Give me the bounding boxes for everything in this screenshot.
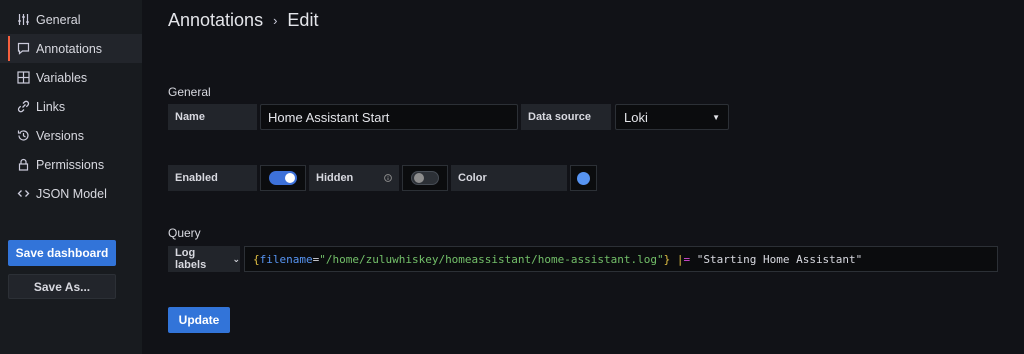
sidebar-item-general[interactable]: General <box>0 5 142 34</box>
toggle-knob <box>285 173 295 183</box>
update-button[interactable]: Update <box>168 307 230 333</box>
hidden-toggle[interactable] <box>411 171 439 185</box>
data-source-select[interactable]: Loki ▼ <box>615 104 729 130</box>
log-labels-dropdown[interactable]: Log labels ⌄ <box>168 246 240 272</box>
query-token-filter-string: "Starting Home Assistant" <box>690 252 863 266</box>
sidebar-item-json-model[interactable]: JSON Model <box>0 179 142 208</box>
sidebar-item-label: Annotations <box>36 41 103 56</box>
data-source-value: Loki <box>624 109 648 125</box>
name-input[interactable] <box>260 104 518 130</box>
query-token-label-key: filename <box>259 252 313 266</box>
query-editor[interactable]: {filename = "/home/zuluwhiskey/homeassista… <box>244 246 998 272</box>
enabled-toggle[interactable] <box>269 171 297 185</box>
caret-down-icon: ▼ <box>712 112 720 122</box>
info-circle-icon[interactable] <box>384 174 392 182</box>
sidebar-item-label: Links <box>36 99 66 114</box>
hidden-label-text: Hidden <box>316 172 354 184</box>
save-dashboard-button[interactable]: Save dashboard <box>8 240 116 266</box>
sidebar-item-annotations[interactable]: Annotations <box>0 34 142 63</box>
sidebar-item-label: JSON Model <box>36 186 107 201</box>
query-token-operator: = <box>312 252 320 266</box>
color-swatch[interactable] <box>577 171 590 185</box>
toggle-knob <box>414 173 424 183</box>
color-picker-container <box>570 165 597 191</box>
query-token-pipe-operator: = <box>683 252 691 266</box>
query-token-space <box>670 253 677 266</box>
sidebar-item-versions[interactable]: Versions <box>0 121 142 150</box>
sidebar-item-permissions[interactable]: Permissions <box>0 150 142 179</box>
breadcrumb-annotations[interactable]: Annotations <box>168 10 263 31</box>
save-as-button[interactable]: Save As... <box>8 274 116 299</box>
sidebar-item-variables[interactable]: Variables <box>0 63 142 92</box>
chevron-down-icon: ⌄ <box>232 253 240 264</box>
link-icon <box>17 100 30 113</box>
breadcrumb-separator: › <box>273 13 278 28</box>
hidden-switch-container <box>402 165 448 191</box>
comment-icon <box>17 42 30 55</box>
name-label: Name <box>168 104 257 130</box>
sidebar-item-label: Variables <box>36 70 88 85</box>
code-icon <box>17 187 30 200</box>
sidebar-item-links[interactable]: Links <box>0 92 142 121</box>
enabled-label: Enabled <box>168 165 257 191</box>
sliders-icon <box>17 13 30 26</box>
query-section-label: Query <box>168 226 201 240</box>
calculator-icon <box>17 71 30 84</box>
sidebar-item-label: General <box>36 12 81 27</box>
data-source-label: Data source <box>521 104 611 130</box>
query-token-brace: { <box>253 252 260 266</box>
general-section-label: General <box>168 85 211 99</box>
enabled-switch-container <box>260 165 306 191</box>
color-label: Color <box>451 165 567 191</box>
breadcrumb-current: Edit <box>287 10 319 30</box>
page-title: Annotations › Edit <box>168 10 318 31</box>
lock-icon <box>17 158 30 171</box>
settings-sidebar: General Annotations Variables Links Vers… <box>0 0 142 354</box>
query-token-brace: } <box>663 252 671 266</box>
history-icon <box>17 129 30 142</box>
sidebar-item-label: Versions <box>36 128 84 143</box>
query-token-label-value: "/home/zuluwhiskey/homeassistant/home-as… <box>319 252 664 266</box>
log-labels-text: Log labels <box>175 247 207 271</box>
sidebar-item-label: Permissions <box>36 157 105 172</box>
query-token-pipe: | <box>676 252 684 266</box>
